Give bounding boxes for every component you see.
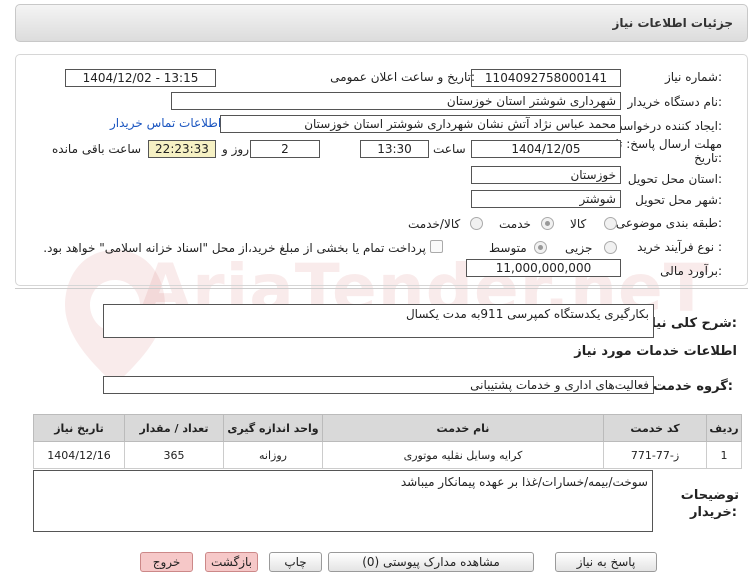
city-field: شوشتر bbox=[471, 190, 621, 208]
services-table-wrapper: ردیف کد خدمت نام خدمت واحد اندازه گیری ت… bbox=[33, 414, 742, 469]
table-row: 1 ز-77-771 کرایه وسایل نقلیه موتوری روزا… bbox=[33, 441, 742, 469]
back-button[interactable]: بازگشت bbox=[205, 552, 258, 572]
process-label: نوع فرآیند خرید : bbox=[637, 240, 722, 254]
need-number-label: شماره نیاز: bbox=[664, 70, 722, 84]
category-radio-service[interactable] bbox=[541, 217, 554, 230]
col-header-unit: واحد اندازه گیری bbox=[223, 414, 323, 442]
category-option-service: خدمت bbox=[499, 217, 531, 231]
exit-button[interactable]: خروج bbox=[140, 552, 193, 572]
process-radio-medium[interactable] bbox=[534, 241, 547, 254]
category-option-goods: کالا bbox=[570, 217, 587, 231]
deadline-label: مهلت ارسال پاسخ: تا bbox=[615, 137, 722, 151]
announce-field: 1404/12/02 - 13:15 bbox=[65, 69, 216, 87]
view-attachments-button[interactable]: مشاهده مدارک پیوستی (0) bbox=[328, 552, 534, 572]
deadline-time-field: 13:30 bbox=[360, 140, 429, 158]
col-header-service-code: کد خدمت bbox=[603, 414, 707, 442]
cell-need-date: 1404/12/16 bbox=[33, 441, 125, 469]
print-button[interactable]: چاپ bbox=[269, 552, 322, 572]
cell-service-code: ز-77-771 bbox=[603, 441, 707, 469]
services-section-title: اطلاعات خدمات مورد نیاز bbox=[574, 344, 737, 359]
col-header-quantity: تعداد / مقدار bbox=[124, 414, 224, 442]
remaining-time-field: 22:23:33 bbox=[148, 140, 216, 158]
process-option-minor: جزیی bbox=[565, 241, 593, 255]
divider bbox=[15, 288, 748, 289]
service-group-label: گروه خدمت: bbox=[653, 379, 733, 394]
cell-service-name: کرایه وسایل نقلیه موتوری bbox=[322, 441, 604, 469]
reply-button[interactable]: پاسخ به نیاز bbox=[555, 552, 657, 572]
buyer-org-label: نام دستگاه خریدار: bbox=[627, 95, 723, 109]
treasury-payment-checkbox[interactable] bbox=[430, 240, 443, 253]
province-label: استان محل تحویل: bbox=[627, 172, 722, 186]
need-number-field: 1104092758000141 bbox=[471, 69, 621, 87]
process-radio-minor[interactable] bbox=[604, 241, 617, 254]
creator-label: ایجاد کننده درخواست: bbox=[611, 119, 722, 133]
deadline-time-label: ساعت bbox=[433, 142, 466, 156]
cell-row-number: 1 bbox=[706, 441, 742, 469]
estimate-field: 11,000,000,000 bbox=[466, 259, 621, 277]
page-title: جزئیات اطلاعات نیاز bbox=[612, 16, 733, 30]
services-table: ردیف کد خدمت نام خدمت واحد اندازه گیری ت… bbox=[33, 414, 742, 469]
table-header-row: ردیف کد خدمت نام خدمت واحد اندازه گیری ت… bbox=[33, 414, 742, 442]
estimate-label: برآورد مالی: bbox=[660, 264, 722, 278]
deadline-date-label: تاریخ: bbox=[694, 151, 722, 165]
buyer-org-field: شهرداری شوشتر استان خوزستان bbox=[171, 92, 621, 110]
category-option-goods-service: کالا/خدمت bbox=[408, 217, 461, 231]
province-field: خوزستان bbox=[471, 166, 621, 184]
days-field: 2 bbox=[250, 140, 320, 158]
buyer-notes-label-2: خریدار: bbox=[690, 505, 737, 520]
page-header: جزئیات اطلاعات نیاز bbox=[15, 4, 748, 42]
creator-field: محمد عباس نژاد آتش نشان شهرداری شوشتر اس… bbox=[220, 115, 621, 133]
col-header-service-name: نام خدمت bbox=[322, 414, 604, 442]
buyer-notes-field: سوخت/بیمه/خسارات/غذا بر عهده پیمانکار می… bbox=[33, 470, 653, 532]
remaining-time-label: ساعت باقی مانده bbox=[52, 142, 142, 156]
deadline-date-field: 1404/12/05 bbox=[471, 140, 621, 158]
col-header-row-number: ردیف bbox=[706, 414, 742, 442]
treasury-payment-note: پرداخت تمام یا بخشی از مبلغ خرید،از محل … bbox=[43, 241, 426, 255]
col-header-need-date: تاریخ نیاز bbox=[33, 414, 125, 442]
category-radio-goods-service[interactable] bbox=[470, 217, 483, 230]
cell-unit: روزانه bbox=[223, 441, 323, 469]
cell-quantity: 365 bbox=[124, 441, 224, 469]
announce-label: تاریخ و ساعت اعلان عمومی: bbox=[330, 70, 475, 84]
category-radio-goods[interactable] bbox=[604, 217, 617, 230]
city-label: شهر محل تحویل: bbox=[635, 193, 722, 207]
buyer-notes-label: توضیحات bbox=[680, 488, 739, 503]
service-group-field: فعالیت‌های اداری و خدمات پشتیبانی bbox=[103, 376, 654, 394]
category-label: طبقه بندی موضوعی: bbox=[615, 216, 722, 230]
days-label: روز و bbox=[222, 142, 249, 156]
description-label: شرح کلی نیاز: bbox=[643, 316, 737, 331]
contact-buyer-link[interactable]: اطلاعات تماس خریدار bbox=[110, 116, 221, 130]
process-option-medium: متوسط bbox=[489, 241, 527, 255]
description-field: بکارگیری یکدستگاه کمپرسی 911به مدت یکسال bbox=[103, 304, 654, 338]
